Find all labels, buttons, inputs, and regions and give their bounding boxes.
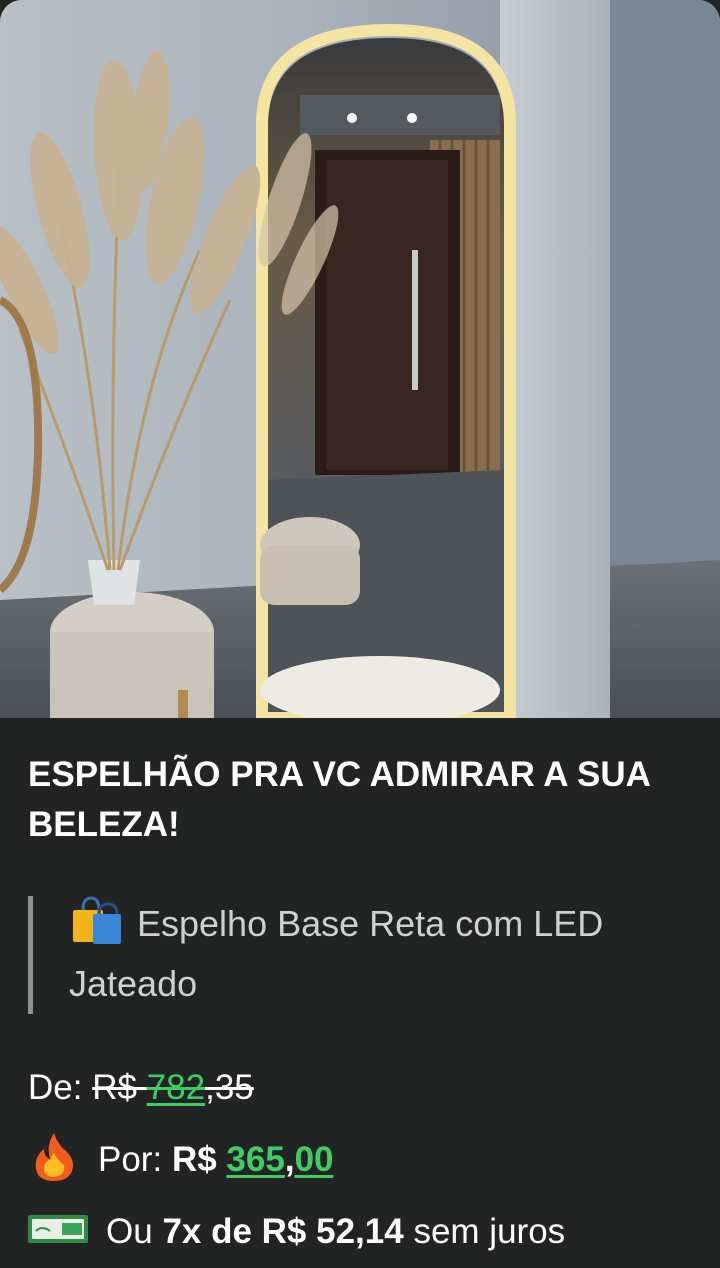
original-price-row: De: R$ 782,35 (28, 1058, 708, 1130)
message-card: ESPELHÃO PRA VC ADMIRAR A SUA BELEZA! Es… (0, 0, 720, 1268)
installment-prefix: Ou (106, 1212, 153, 1251)
original-price-cents: ,35 (205, 1068, 254, 1107)
sale-price-row: Por: R$ 365,00 (28, 1130, 708, 1202)
product-name: Espelho Base Reta com LED Jateado (69, 903, 604, 1004)
original-price-value[interactable]: 782 (147, 1068, 205, 1107)
installment-amount: 7x de R$ 52,14 (162, 1212, 404, 1251)
sale-price-value[interactable]: 365 (226, 1140, 284, 1179)
sale-price-separator: , (284, 1140, 295, 1179)
price-block: De: R$ 782,35 Por: R$ 365,00 Ou 7x de R$… (28, 1058, 708, 1268)
installment-row: Ou 7x de R$ 52,14 sem juros (28, 1202, 708, 1268)
shopping-bags-icon (73, 896, 121, 944)
banknote-icon (28, 1215, 88, 1243)
installment-suffix: sem juros (413, 1212, 566, 1251)
product-quote: Espelho Base Reta com LED Jateado (28, 896, 688, 1014)
original-price-currency: R$ (92, 1068, 137, 1107)
original-price: R$ 782,35 (92, 1068, 254, 1107)
product-name-line: Espelho Base Reta com LED Jateado (69, 892, 688, 1014)
sale-price-label: Por: (98, 1140, 163, 1179)
original-price-label: De: (28, 1068, 83, 1107)
post-title: ESPELHÃO PRA VC ADMIRAR A SUA BELEZA! (28, 755, 650, 844)
fire-icon (35, 1133, 74, 1181)
sale-price-currency: R$ (171, 1140, 217, 1179)
sale-price-cents[interactable]: 00 (295, 1140, 334, 1179)
message-caption: ESPELHÃO PRA VC ADMIRAR A SUA BELEZA! Es… (0, 718, 720, 1268)
product-photo[interactable] (0, 0, 720, 718)
